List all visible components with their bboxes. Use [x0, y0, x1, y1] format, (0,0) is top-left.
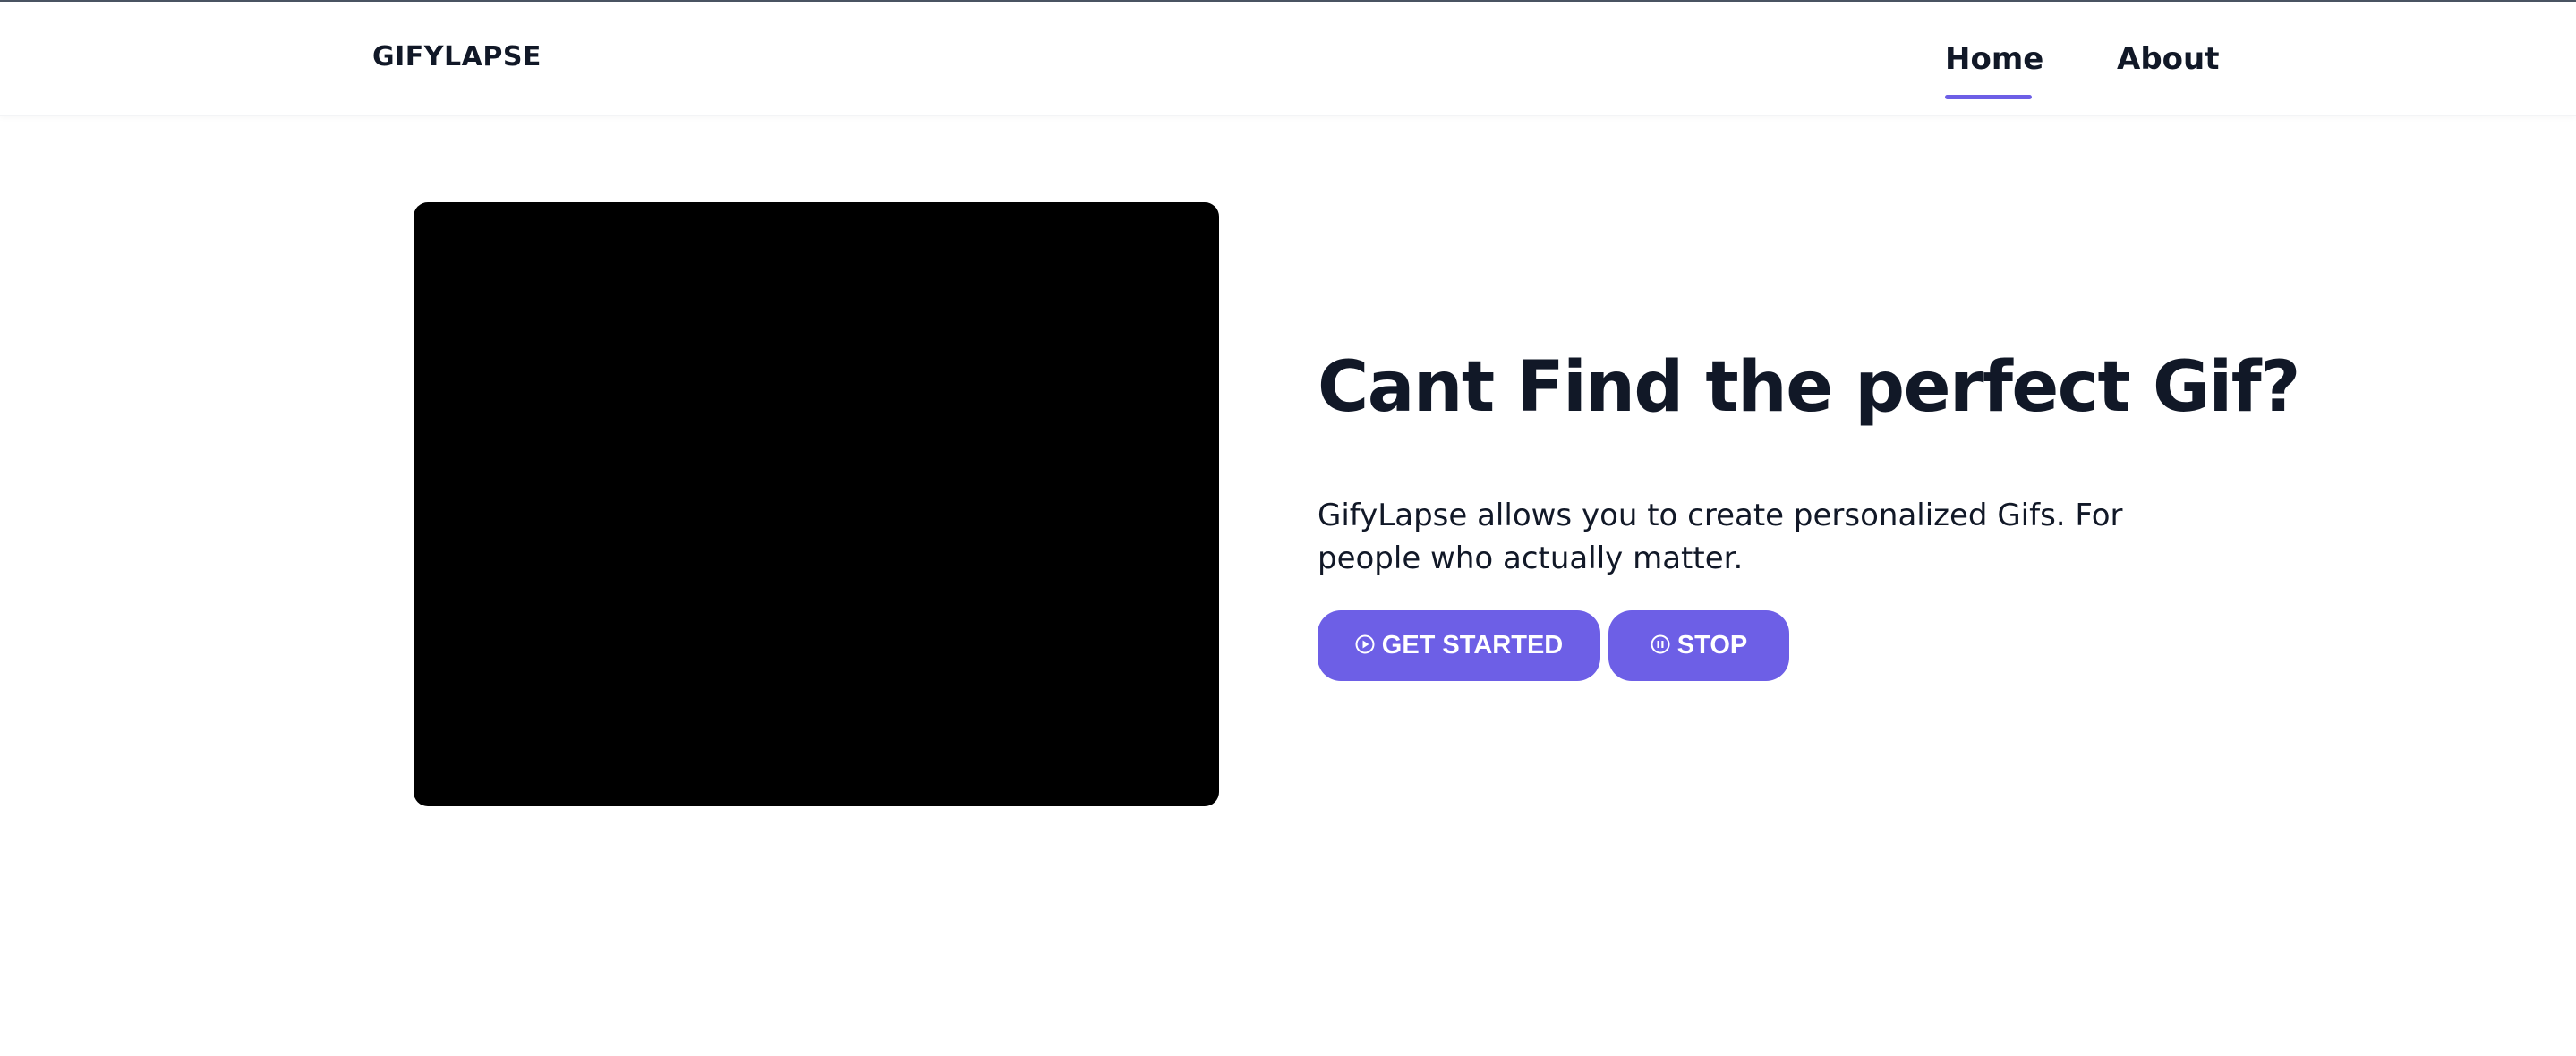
navbar: GIFYLAPSE Home About [0, 2, 2576, 116]
nav-link-home[interactable]: Home [1945, 41, 2043, 77]
stop-label: STOP [1676, 631, 1748, 660]
get-started-button[interactable]: GET STARTED [1318, 610, 1600, 681]
play-circle-icon [1355, 634, 1375, 654]
video-preview[interactable] [414, 202, 1219, 806]
active-nav-indicator [1945, 95, 2032, 99]
hero-headline: Cant Find the perfect Gif? [1318, 347, 2300, 428]
hero-description: GifyLapse allows you to create personali… [1318, 498, 2123, 576]
pause-circle-icon [1651, 634, 1670, 654]
stop-button[interactable]: STOP [1608, 610, 1789, 681]
nav-link-about[interactable]: About [2117, 41, 2219, 77]
get-started-label: GET STARTED [1381, 631, 1564, 660]
brand-logo[interactable]: GIFYLAPSE [372, 41, 542, 72]
